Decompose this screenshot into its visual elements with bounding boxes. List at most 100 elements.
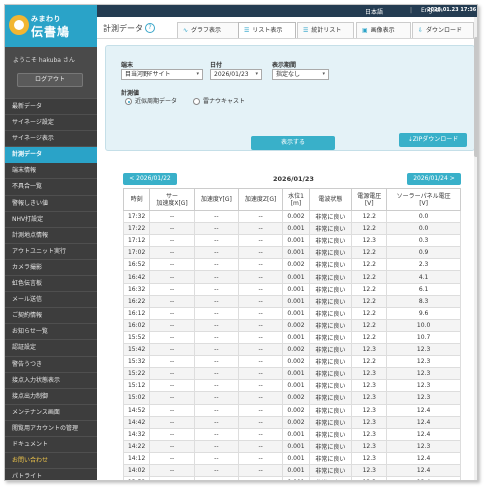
table-cell: 非常に良い — [308, 343, 353, 357]
table-cell: -- — [193, 379, 239, 393]
table-cell: -- — [193, 209, 239, 224]
period-select[interactable]: 指定なし ▾ — [272, 69, 329, 80]
help-icon[interactable]: ? — [145, 23, 155, 33]
table-cell: -- — [237, 258, 284, 272]
table-row: 14:02 -- -- -- 0.001 非常に良い 12.3 12.4 — [122, 463, 461, 478]
table-cell: 12.3 — [351, 343, 388, 357]
table-cell: 15:32 — [122, 355, 151, 369]
sidebar-item[interactable]: 端末情報 — [5, 163, 97, 180]
radio-selected-icon — [125, 98, 132, 105]
table-cell: -- — [193, 330, 239, 345]
table-row: 15:52 -- -- -- 0.001 非常に良い 12.2 10.7 — [122, 330, 461, 345]
table-cell: 4.1 — [386, 270, 461, 284]
scrollbar-thumb[interactable] — [474, 37, 477, 157]
page-scrollbar[interactable] — [474, 17, 477, 480]
radio-lightning[interactable]: 雷ナウキャスト — [193, 96, 245, 105]
zip-download-button[interactable]: ⇣ZIPダウンロード — [399, 133, 467, 147]
table-row: 14:42 -- -- -- 0.002 非常に良い 12.3 12.4 — [122, 415, 461, 429]
sidebar-item[interactable]: 接点出力制御 — [5, 389, 97, 405]
sidebar-item[interactable]: お知らせ一覧 — [5, 324, 97, 341]
radio-approx-data[interactable]: 近似周期データ — [125, 96, 177, 105]
table-cell: 非常に良い — [308, 451, 353, 465]
table-cell: 17:32 — [122, 209, 151, 224]
sidebar-item[interactable]: ご契約情報 — [5, 308, 97, 325]
tab-download[interactable]: ⇩ ダウンロード — [412, 22, 474, 38]
sidebar-item[interactable]: カメラ撮影 — [5, 260, 97, 277]
table-cell: 0.002 — [282, 258, 310, 272]
table-cell: -- — [149, 258, 195, 272]
sidebar-item[interactable]: 警報しきい値 — [5, 196, 97, 212]
table-cell: 12.3 — [351, 391, 388, 405]
tab-list[interactable]: ☰ リスト表示 — [238, 22, 296, 38]
sidebar-item[interactable]: ドキュメント — [5, 437, 97, 454]
sidebar-item[interactable]: アウトユニット実行 — [5, 244, 97, 260]
logo-bird-icon — [9, 15, 29, 35]
column-header: サー 加速度X[G] — [149, 188, 195, 211]
date-select[interactable]: 2026/01/23 ▾ — [210, 69, 262, 80]
table-cell: 非常に良い — [308, 282, 353, 296]
table-cell: -- — [149, 427, 195, 441]
table-cell: 16:12 — [122, 306, 151, 320]
table-cell: -- — [193, 318, 239, 332]
terminal-label: 端末 — [121, 62, 134, 69]
prev-date-button[interactable]: < 2026/01/22 — [123, 173, 177, 185]
sidebar-item[interactable]: 接点入力状態表示 — [5, 373, 97, 389]
table-row: 16:02 -- -- -- 0.002 非常に良い 12.2 10.0 — [122, 318, 461, 332]
table-cell: 17:12 — [122, 234, 151, 248]
sidebar-item[interactable]: 認証設定 — [5, 340, 97, 357]
lang-ja-link[interactable]: 日本語 — [365, 7, 383, 16]
table-cell: -- — [193, 294, 239, 308]
sidebar-item[interactable]: お問い合わせ — [5, 453, 97, 470]
table-cell: -- — [237, 306, 284, 320]
logout-button[interactable]: ログアウト — [17, 73, 83, 87]
sidebar-item[interactable]: パトライト — [5, 469, 97, 480]
table-cell: -- — [149, 270, 195, 284]
terminal-select[interactable]: 目当河野Fサイト ▾ — [121, 69, 203, 80]
tab-graph[interactable]: ∿ グラフ表示 — [177, 22, 243, 38]
table-cell: 16:52 — [122, 258, 151, 272]
table-cell: 非常に良い — [308, 270, 353, 284]
table-cell: 非常に良い — [308, 246, 353, 260]
table-row: 17:12 -- -- -- 0.001 非常に良い 12.3 0.3 — [122, 234, 461, 248]
date-label: 日付 — [210, 62, 223, 69]
table-cell: 0.0 — [386, 222, 461, 236]
table-cell: 非常に良い — [308, 306, 353, 320]
sidebar-item[interactable]: メンテナンス画面 — [5, 405, 97, 421]
sidebar-item[interactable]: サイネージ設定 — [5, 115, 97, 132]
table-cell: 0.0 — [386, 209, 461, 224]
table-cell: -- — [193, 258, 239, 272]
tab-images[interactable]: ▣ 画像表示 — [356, 22, 411, 38]
sidebar-item[interactable]: 最新データ — [5, 99, 97, 116]
table-row: 15:42 -- -- -- 0.002 非常に良い 12.3 12.3 — [122, 343, 461, 357]
next-date-button[interactable]: 2026/01/24 > — [407, 173, 461, 185]
table-cell: -- — [149, 367, 195, 381]
column-header: 加速度Z[G] — [237, 188, 284, 211]
sidebar-item[interactable]: NHV打設定 — [5, 212, 97, 228]
table-cell: -- — [149, 306, 195, 320]
sidebar-item[interactable]: 虹色伝言板 — [5, 276, 97, 293]
sidebar-item[interactable]: サイネージ表示 — [5, 131, 97, 148]
table-cell: 12.3 — [351, 234, 388, 248]
table-cell: 15:22 — [122, 367, 151, 381]
table-cell: 15:42 — [122, 343, 151, 357]
datetime-display: 2026.01.23 17:36 — [427, 7, 477, 13]
table-cell: 12.3 — [386, 391, 461, 405]
sidebar-item[interactable]: 警告うつき — [5, 357, 97, 373]
show-button[interactable]: 表示する — [251, 136, 335, 150]
sidebar-item[interactable]: 計測データ — [5, 147, 97, 164]
table-cell: 12.3 — [386, 439, 461, 453]
sidebar-item[interactable]: 不具合一覧 — [5, 179, 97, 196]
table-cell: -- — [237, 451, 284, 465]
app-logo[interactable]: みまわり 伝書鳩 — [5, 5, 97, 47]
sidebar-item[interactable]: 閲覧用アカウントの管理 — [5, 421, 97, 437]
table-cell: 0.002 — [282, 391, 310, 405]
tab-stats[interactable]: ☰ 統計リスト — [297, 22, 354, 38]
table-cell: 0.001 — [282, 439, 310, 453]
column-header: 時刻 — [122, 188, 151, 211]
table-cell: 12.3 — [386, 367, 461, 381]
table-cell: 12.3 — [386, 343, 461, 357]
table-cell: -- — [237, 270, 284, 284]
sidebar-item[interactable]: メール送信 — [5, 292, 97, 309]
table-cell: -- — [149, 282, 195, 296]
sidebar-item[interactable]: 計測地点情報 — [5, 228, 97, 244]
